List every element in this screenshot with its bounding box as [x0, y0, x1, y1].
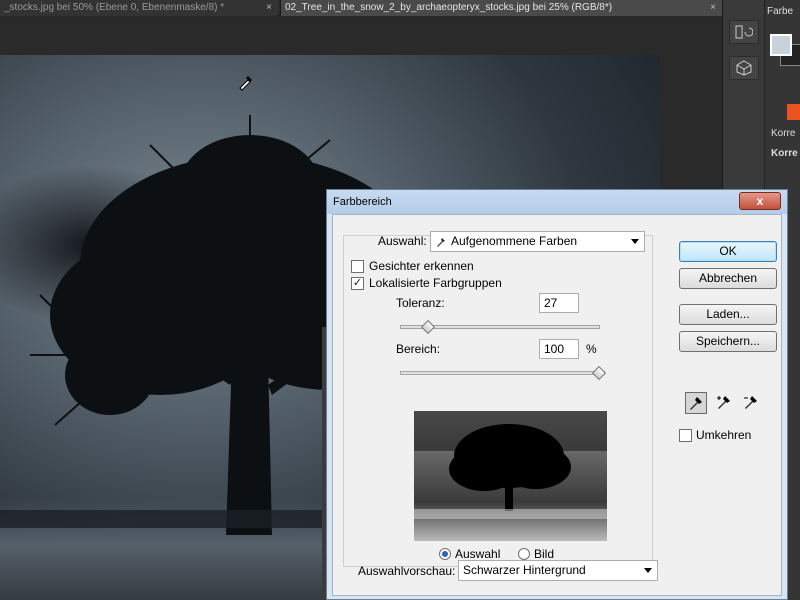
- eyedropper-plus-icon: [717, 396, 730, 409]
- eyedropper-icon: [690, 397, 702, 410]
- 3d-panel-button[interactable]: [729, 56, 759, 80]
- invert-label: Umkehren: [696, 428, 752, 442]
- adjustments-panel-tab[interactable]: Korre: [771, 128, 795, 139]
- color-panel-title[interactable]: Farbe: [767, 6, 793, 17]
- cancel-button[interactable]: Abbrechen: [679, 268, 777, 289]
- tolerance-input[interactable]: 27: [539, 293, 579, 313]
- selection-group: Auswahl: Aufgenommene Farben Gesichter e…: [343, 231, 653, 567]
- tab-document-1[interactable]: _stocks.jpg bei 50% (Ebene 0, Ebenenmask…: [0, 0, 278, 16]
- foreground-color-swatch[interactable]: [770, 34, 792, 56]
- dialog-titlebar[interactable]: Farbbereich x: [327, 190, 787, 214]
- adjustments-panel-title: Korre: [771, 148, 798, 159]
- faces-checkbox[interactable]: [351, 260, 364, 273]
- eyedropper-cursor-icon: [239, 76, 252, 91]
- radio-selection-label: Auswahl: [455, 547, 501, 561]
- tab-document-2[interactable]: 02_Tree_in_the_snow_2_by_archaeopteryx_s…: [280, 0, 722, 16]
- close-button[interactable]: x: [739, 192, 781, 210]
- eyedropper-tool[interactable]: [685, 392, 707, 414]
- invert-checkbox[interactable]: [679, 429, 692, 442]
- preview-thumbnail: [414, 411, 607, 541]
- eyedropper-minus-icon: [744, 396, 757, 409]
- range-slider-thumb[interactable]: [591, 365, 607, 381]
- preview-mode-label: Auswahlvorschau:: [358, 564, 456, 578]
- radio-image[interactable]: [518, 548, 530, 560]
- range-input[interactable]: 100: [539, 339, 579, 359]
- photoshop-window: _stocks.jpg bei 50% (Ebene 0, Ebenenmask…: [0, 0, 800, 600]
- preview-mode-value: Schwarzer Hintergrund: [463, 563, 586, 577]
- eyedropper-subtract-tool[interactable]: [741, 392, 763, 414]
- eyedropper-add-tool[interactable]: [714, 392, 736, 414]
- document-tab-bar: _stocks.jpg bei 50% (Ebene 0, Ebenenmask…: [0, 0, 722, 16]
- cube-icon: [736, 60, 752, 76]
- tab-document-1-label: _stocks.jpg bei 50% (Ebene 0, Ebenenmask…: [4, 2, 225, 13]
- localized-label: Lokalisierte Farbgruppen: [369, 276, 502, 290]
- range-label: Bereich:: [396, 342, 441, 356]
- radio-selection[interactable]: [439, 548, 451, 560]
- tolerance-slider-thumb[interactable]: [420, 319, 436, 335]
- color-ramp[interactable]: [787, 104, 800, 120]
- dialog-title: Farbbereich: [333, 196, 392, 208]
- selection-preview-image: [414, 411, 607, 541]
- eyedropper-icon: [437, 238, 445, 247]
- tab-close-icon[interactable]: ×: [266, 0, 272, 16]
- preview-mode-select[interactable]: Schwarzer Hintergrund: [458, 560, 658, 581]
- tab-close-icon[interactable]: ×: [710, 0, 716, 16]
- save-button[interactable]: Speichern...: [679, 331, 777, 352]
- history-panel-button[interactable]: [729, 20, 759, 44]
- ok-button[interactable]: OK: [679, 241, 777, 262]
- auswahl-value: Aufgenommene Farben: [451, 234, 578, 248]
- faces-label: Gesichter erkennen: [369, 259, 474, 273]
- color-range-dialog: Farbbereich x Auswahl: Aufgenommene Farb…: [326, 189, 788, 600]
- load-button[interactable]: Laden...: [679, 304, 777, 325]
- tolerance-label: Toleranz:: [396, 296, 445, 310]
- tab-document-2-label: 02_Tree_in_the_snow_2_by_archaeopteryx_s…: [285, 2, 613, 13]
- chevron-down-icon: [631, 239, 639, 244]
- auswahl-label: Auswahl:: [378, 234, 427, 248]
- dialog-body: Auswahl: Aufgenommene Farben Gesichter e…: [332, 214, 782, 596]
- range-slider[interactable]: [400, 371, 605, 375]
- range-unit: %: [586, 342, 597, 356]
- auswahl-select[interactable]: Aufgenommene Farben: [430, 231, 645, 252]
- localized-checkbox[interactable]: ✓: [351, 277, 364, 290]
- chevron-down-icon: [644, 568, 652, 573]
- history-icon: [735, 25, 753, 39]
- radio-image-label: Bild: [534, 547, 555, 561]
